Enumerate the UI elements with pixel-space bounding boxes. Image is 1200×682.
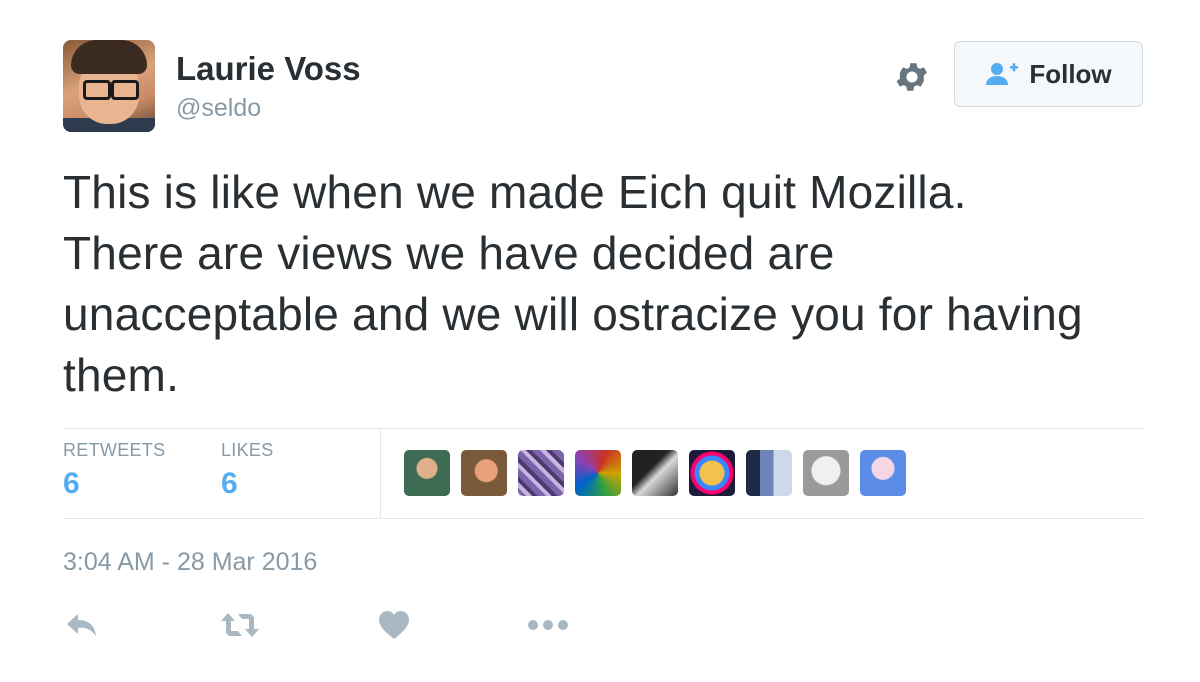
liker-avatar[interactable] [518,450,564,496]
tweet-card: Laurie Voss @seldo Follow This is like w… [0,0,1200,682]
liker-avatar[interactable] [404,450,450,496]
likes-label: LIKES [221,440,274,460]
liker-avatar[interactable] [575,450,621,496]
more-icon[interactable] [528,619,568,631]
heart-icon[interactable] [378,610,410,640]
avatar-glasses-right [111,80,139,100]
avatar-hair [71,40,147,74]
stats-divider-bottom [63,518,1145,519]
liker-avatar[interactable] [632,450,678,496]
avatar[interactable] [63,40,155,132]
likes-stat[interactable]: LIKES 6 [221,440,274,501]
retweets-stat[interactable]: RETWEETS 6 [63,440,165,501]
reply-icon[interactable] [65,612,99,638]
tweet-text: This is like when we made Eich quit Mozi… [63,166,1083,401]
user-handle[interactable]: @seldo [176,94,261,123]
user-name[interactable]: Laurie Voss [176,50,361,88]
follow-button[interactable]: Follow [954,41,1143,107]
likers-avatars [404,450,906,496]
stats-divider-top [63,428,1145,429]
liker-avatar[interactable] [689,450,735,496]
tweet-timestamp[interactable]: 3:04 AM - 28 Mar 2016 [63,548,317,577]
avatar-glasses-left [83,80,111,100]
liker-avatar[interactable] [860,450,906,496]
likes-count: 6 [221,467,238,500]
retweet-icon[interactable] [220,611,260,639]
retweets-label: RETWEETS [63,440,166,460]
add-user-icon [986,63,1019,85]
retweets-count: 6 [63,467,80,500]
liker-avatar[interactable] [461,450,507,496]
stats-separator [380,429,381,518]
liker-avatar[interactable] [746,450,792,496]
gear-icon[interactable] [893,58,931,96]
liker-avatar[interactable] [803,450,849,496]
follow-label: Follow [1029,58,1112,89]
